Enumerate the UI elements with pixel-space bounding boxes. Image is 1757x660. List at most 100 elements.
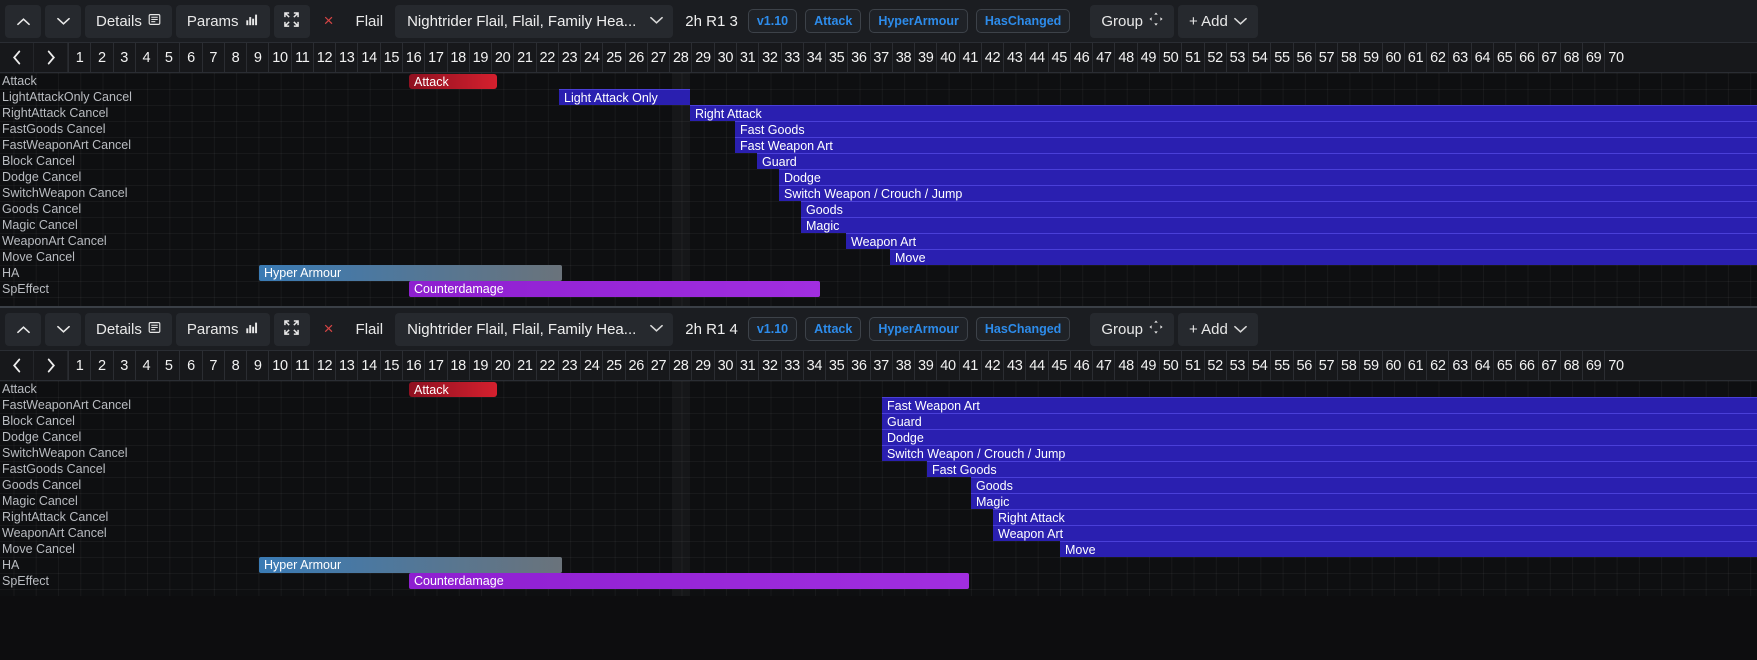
timeline-bar[interactable]: Goods (801, 201, 1757, 217)
ruler-frame[interactable]: 13 (335, 351, 357, 380)
ruler-frame[interactable]: 30 (713, 43, 736, 72)
ruler-frame[interactable]: 9 (246, 43, 268, 72)
params-button[interactable]: Params (175, 4, 270, 38)
ruler-frame[interactable]: 26 (624, 43, 647, 72)
move-down-button[interactable] (45, 312, 81, 346)
ruler-frame[interactable]: 2 (90, 43, 112, 72)
ruler-frame[interactable]: 16 (401, 351, 424, 380)
flag-chip-v1.10[interactable]: v1.10 (747, 317, 798, 341)
ruler-frame[interactable]: 55 (1270, 43, 1292, 72)
timeline-bar[interactable]: Right Attack (993, 509, 1757, 525)
timeline-bar[interactable]: Hyper Armour (259, 557, 562, 573)
ruler-frame[interactable]: 25 (602, 43, 624, 72)
ruler-prev-button[interactable] (0, 351, 34, 380)
ruler-frame[interactable]: 17 (424, 43, 446, 72)
move-up-button[interactable] (5, 312, 41, 346)
ruler-frame[interactable]: 29 (691, 43, 713, 72)
ruler-frame[interactable]: 40 (936, 43, 958, 72)
flag-chip-attack[interactable]: Attack (805, 317, 862, 341)
ruler-frame[interactable]: 8 (223, 351, 246, 380)
ruler-frame[interactable]: 66 (1515, 351, 1537, 380)
ruler-frame[interactable]: 19 (468, 351, 491, 380)
ruler-frame[interactable]: 22 (535, 43, 558, 72)
timeline-bar[interactable]: Counterdamage (409, 573, 969, 589)
ruler-frame[interactable]: 3 (112, 43, 135, 72)
ruler-frame[interactable]: 14 (357, 351, 379, 380)
ruler-frame[interactable]: 57 (1314, 43, 1337, 72)
ruler-frame[interactable]: 47 (1092, 43, 1114, 72)
ruler-frame[interactable]: 36 (847, 43, 869, 72)
flag-chip-v1.10[interactable]: v1.10 (747, 9, 798, 33)
ruler-frame[interactable]: 54 (1248, 43, 1270, 72)
ruler-frame[interactable]: 39 (914, 43, 936, 72)
ruler-frame[interactable]: 24 (580, 351, 602, 380)
ruler-frame[interactable]: 1 (68, 351, 90, 380)
ruler-frame[interactable]: 6 (179, 351, 201, 380)
ruler-frame[interactable]: 12 (312, 351, 335, 380)
ruler-frame[interactable]: 57 (1314, 351, 1337, 380)
ruler-frame[interactable]: 28 (669, 43, 691, 72)
ruler-next-button[interactable] (34, 43, 68, 72)
close-panel-button[interactable]: × (314, 313, 344, 346)
ruler-frame[interactable]: 55 (1270, 351, 1292, 380)
flag-chip-hyperarmour[interactable]: HyperArmour (869, 317, 968, 341)
ruler-frame[interactable]: 27 (646, 351, 669, 380)
ruler-frame[interactable]: 16 (401, 43, 424, 72)
ruler-frame[interactable]: 48 (1114, 43, 1136, 72)
add-button[interactable]: + Add (1178, 312, 1258, 346)
timeline-bar[interactable]: Guard (757, 153, 1757, 169)
flag-chip-haschanged[interactable]: HasChanged (975, 9, 1071, 33)
ruler-frame[interactable]: 65 (1493, 351, 1515, 380)
ruler-frame[interactable]: 66 (1515, 43, 1537, 72)
ruler-frame[interactable]: 17 (424, 351, 446, 380)
ruler-frame[interactable]: 32 (758, 351, 780, 380)
details-button[interactable]: Details (85, 4, 172, 38)
timeline-bar[interactable]: Fast Goods (735, 121, 1757, 137)
ruler-frame[interactable]: 49 (1136, 351, 1159, 380)
ruler-frame[interactable]: 9 (246, 351, 268, 380)
ruler-frame[interactable]: 44 (1025, 351, 1047, 380)
ruler-frame[interactable]: 28 (669, 351, 691, 380)
timeline-bar[interactable]: Dodge (882, 429, 1757, 445)
timeline-bar[interactable]: Weapon Art (846, 233, 1757, 249)
ruler-frame[interactable]: 52 (1203, 43, 1226, 72)
flag-chip-haschanged[interactable]: HasChanged (975, 317, 1071, 341)
ruler-frame[interactable]: 10 (268, 43, 290, 72)
ruler-frame[interactable]: 64 (1470, 351, 1493, 380)
ruler-frame[interactable]: 11 (290, 43, 313, 72)
ruler-frame[interactable]: 43 (1003, 351, 1025, 380)
ruler-frame[interactable]: 21 (513, 43, 535, 72)
ruler-frame[interactable]: 23 (557, 351, 580, 380)
timeline-bar[interactable]: Hyper Armour (259, 265, 562, 281)
ruler-frame[interactable]: 24 (580, 43, 602, 72)
ruler-frame[interactable]: 18 (446, 351, 469, 380)
ruler-frame[interactable]: 1 (68, 43, 90, 72)
ruler-frame[interactable]: 38 (891, 351, 914, 380)
ruler-frame[interactable]: 70 (1604, 43, 1626, 72)
ruler-frame[interactable]: 51 (1181, 351, 1203, 380)
ruler-frame[interactable]: 19 (468, 43, 491, 72)
ruler-frame[interactable]: 37 (869, 351, 892, 380)
ruler-frame[interactable]: 20 (491, 351, 513, 380)
flag-chip-attack[interactable]: Attack (805, 9, 862, 33)
ruler-frame[interactable]: 27 (646, 43, 669, 72)
ruler-frame[interactable]: 62 (1426, 43, 1448, 72)
ruler-frame[interactable]: 5 (157, 351, 179, 380)
ruler-frame[interactable]: 37 (869, 43, 892, 72)
add-button[interactable]: + Add (1178, 4, 1258, 38)
ruler-frame[interactable]: 46 (1069, 351, 1092, 380)
ruler-frame[interactable]: 58 (1337, 351, 1359, 380)
ruler-frame[interactable]: 32 (758, 43, 780, 72)
ruler-frame[interactable]: 53 (1225, 351, 1248, 380)
ruler-frame[interactable]: 49 (1136, 43, 1159, 72)
ruler-frame[interactable]: 34 (802, 43, 825, 72)
ruler-frame[interactable]: 50 (1159, 351, 1181, 380)
ruler-frame[interactable]: 31 (735, 43, 758, 72)
timeline-bar[interactable]: Attack (409, 382, 497, 397)
ruler-next-button[interactable] (34, 351, 68, 380)
ruler-frame[interactable]: 64 (1470, 43, 1493, 72)
params-button[interactable]: Params (175, 312, 270, 346)
ruler-frame[interactable]: 56 (1292, 43, 1315, 72)
ruler-frame[interactable]: 63 (1448, 43, 1470, 72)
close-panel-button[interactable]: × (314, 5, 344, 38)
